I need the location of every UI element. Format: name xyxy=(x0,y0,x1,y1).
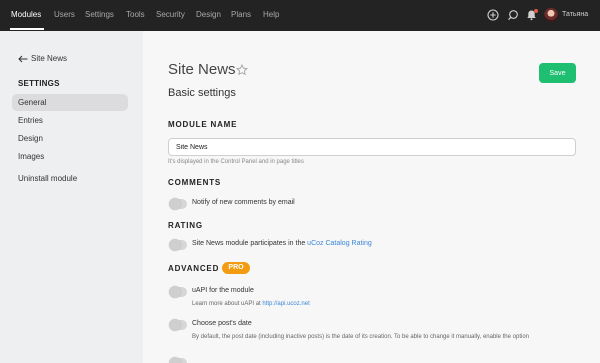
comments-heading: COMMENTS xyxy=(168,178,222,187)
nav-plans[interactable]: Plans xyxy=(231,10,251,19)
ucoz-catalog-rating-link[interactable]: uCoz Catalog Rating xyxy=(307,240,372,247)
comments-toggle[interactable] xyxy=(169,198,187,210)
save-button[interactable]: Save xyxy=(539,63,576,83)
user-name[interactable]: Татьяна xyxy=(562,11,588,18)
pro-badge: PRO xyxy=(222,262,250,274)
arrow-left-icon xyxy=(18,55,28,62)
uapi-note: Learn more about uAPI at http://api.ucoz… xyxy=(192,300,310,309)
sidebar-item-images[interactable]: Images xyxy=(12,148,128,165)
module-name-heading: MODULE NAME xyxy=(168,120,238,129)
sidebar-heading: SETTINGS xyxy=(18,79,60,88)
post-date-toggle[interactable] xyxy=(169,319,187,331)
back-link-label: Site News xyxy=(31,54,68,63)
rating-toggle[interactable] xyxy=(169,239,187,251)
nav-users[interactable]: Users xyxy=(54,10,75,19)
avatar[interactable] xyxy=(544,8,558,22)
uapi-note-text: Learn more about uAPI at xyxy=(192,301,263,307)
top-navbar: Modules Users Settings Tools Security De… xyxy=(0,0,600,31)
post-date-toggle-label: Choose post's date xyxy=(192,320,252,327)
rating-heading: RATING xyxy=(168,221,203,230)
comments-toggle-label: Notify of new comments by email xyxy=(192,199,295,206)
notification-dot xyxy=(534,9,538,13)
nav-settings[interactable]: Settings xyxy=(85,10,114,19)
nav-help[interactable]: Help xyxy=(263,10,279,19)
page-subtitle: Basic settings xyxy=(168,87,236,99)
uapi-toggle-label: uAPI for the module xyxy=(192,287,254,294)
rating-toggle-label: Site News module participates in the uCo… xyxy=(192,240,372,247)
next-option-toggle[interactable] xyxy=(169,357,187,363)
sidebar-item-general[interactable]: General xyxy=(12,94,128,111)
sidebar-item-uninstall[interactable]: Uninstall module xyxy=(12,170,128,187)
uapi-link[interactable]: http://api.ucoz.net xyxy=(262,301,309,307)
module-name-input[interactable] xyxy=(168,138,576,156)
nav-security[interactable]: Security xyxy=(156,10,185,19)
uapi-toggle[interactable] xyxy=(169,286,187,298)
nav-tools[interactable]: Tools xyxy=(126,10,145,19)
module-name-hint: It's displayed in the Control Panel and … xyxy=(168,159,304,165)
bell-icon[interactable] xyxy=(524,8,538,22)
advanced-heading: ADVANCED xyxy=(168,264,220,273)
star-icon[interactable] xyxy=(236,63,248,76)
nav-modules[interactable]: Modules xyxy=(11,10,41,19)
page-title: Site News xyxy=(168,61,236,78)
nav-design[interactable]: Design xyxy=(196,10,221,19)
nav-active-indicator xyxy=(10,28,44,30)
post-date-note: By default, the post date (including ina… xyxy=(192,334,529,340)
sidebar-item-entries[interactable]: Entries xyxy=(12,112,128,129)
search-icon[interactable] xyxy=(506,8,520,22)
back-link[interactable]: Site News xyxy=(18,54,67,63)
add-circle-icon[interactable] xyxy=(486,8,500,22)
sidebar-item-design[interactable]: Design xyxy=(12,130,128,147)
rating-label-text: Site News module participates in the xyxy=(192,240,308,247)
